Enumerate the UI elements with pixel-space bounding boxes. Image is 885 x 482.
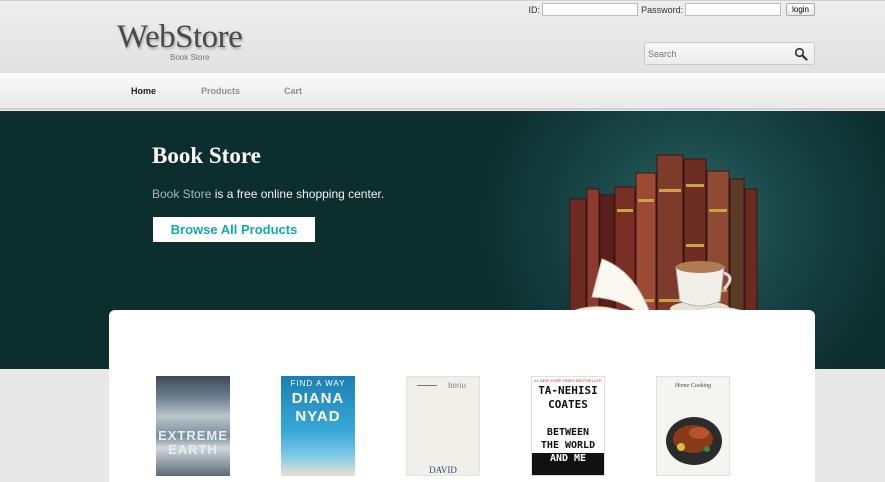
search-box [644, 42, 815, 65]
cover-title: benu [448, 381, 466, 390]
cover-title: EXTREME [158, 428, 228, 443]
nav-products[interactable]: Products [201, 86, 240, 96]
cover-author: NYAD [295, 408, 341, 425]
login-button[interactable]: login [786, 3, 815, 16]
cover-author: TA-NEHISI [538, 384, 598, 397]
cover-banner: #1 NEW YORK TIMES BESTSELLER [534, 378, 602, 383]
cover-title: EARTH [168, 442, 218, 457]
nav-cart[interactable]: Cart [284, 86, 302, 96]
hero-title: Book Store [152, 143, 261, 168]
main-nav: Home Products Cart [0, 73, 885, 110]
featured-products-panel: EXTREME EARTH FIND A WAY DIANA NYAD benu… [109, 310, 815, 482]
cover-author: COATES [548, 398, 588, 411]
product-card[interactable]: FIND A WAY DIANA NYAD [281, 376, 355, 476]
cover-author: DIANA [291, 390, 345, 407]
cover-title: AND ME [532, 453, 604, 475]
cover-title: Home Cooking [674, 383, 712, 389]
hero-tagline: Book Store is a free online shopping cen… [152, 187, 384, 201]
cover-title: THE WORLD [540, 440, 596, 451]
cover-title: BETWEEN [546, 427, 590, 438]
product-card[interactable]: #1 NEW YORK TIMES BESTSELLER TA-NEHISI C… [531, 376, 605, 476]
login-form: ID: Password: login [529, 3, 815, 16]
site-logo-subtitle: Book Store [170, 53, 210, 62]
product-card[interactable]: Home Cooking [656, 376, 730, 476]
food-image-icon [666, 417, 722, 465]
nav-home[interactable]: Home [131, 86, 156, 96]
password-label: Password: [641, 4, 684, 15]
site-logo[interactable]: WebStore [117, 19, 243, 56]
password-input[interactable] [685, 3, 782, 16]
search-input[interactable] [648, 47, 788, 61]
header: WebStore Book Store ID: Password: login [0, 0, 885, 73]
id-input[interactable] [542, 3, 639, 16]
hero-tagline-highlight: Book Store [152, 187, 212, 201]
search-icon[interactable] [794, 47, 808, 61]
product-card[interactable]: benu DAVID [406, 376, 480, 476]
product-card[interactable]: EXTREME EARTH [156, 376, 230, 476]
hero-tagline-text: is a free online shopping center. [211, 187, 385, 201]
cover-author: DAVID [429, 465, 457, 475]
browse-all-products-button[interactable]: Browse All Products [153, 217, 315, 242]
id-label: ID: [528, 4, 541, 15]
cover-title: FIND A WAY [290, 379, 346, 388]
